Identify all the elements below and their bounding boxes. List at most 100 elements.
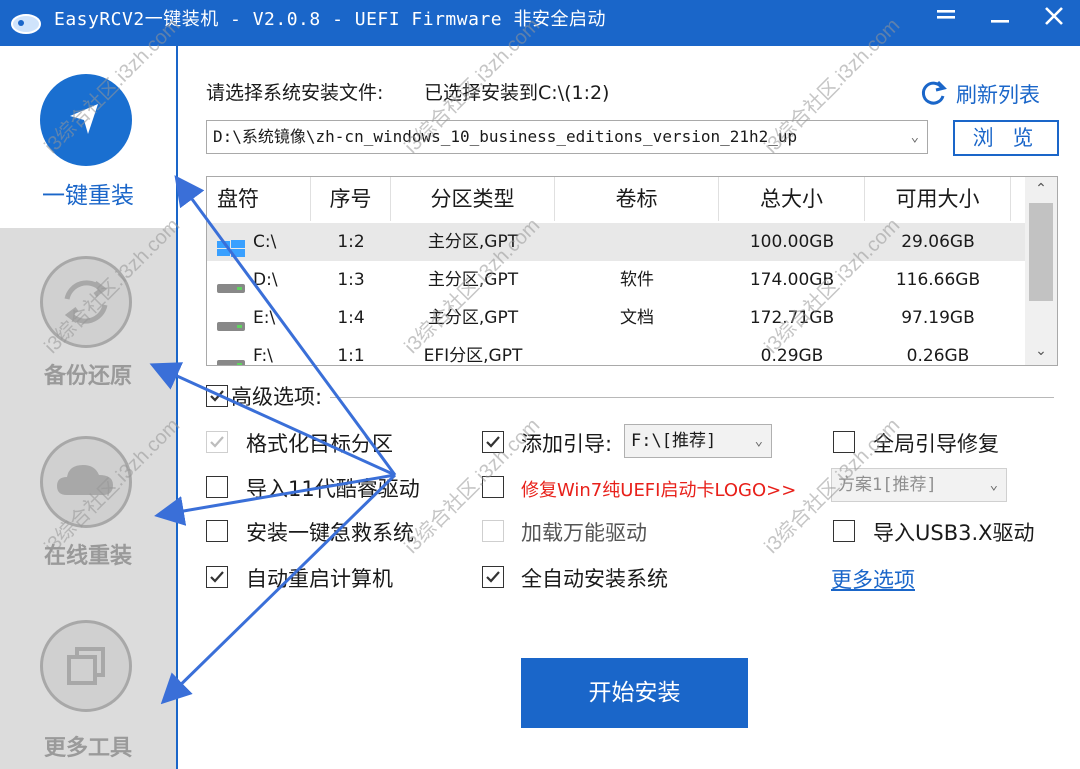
- selected-target-info: 已选择安装到C:\(1:2): [424, 82, 610, 104]
- chevron-down-icon: ⌄: [989, 477, 998, 493]
- scheme-value: 方案1[推荐]: [838, 475, 937, 495]
- sidebar-item-label: 更多工具: [43, 736, 132, 761]
- drive-icon: [215, 310, 247, 331]
- advanced-divider: [330, 397, 1054, 398]
- menu-icon[interactable]: [926, 4, 966, 36]
- refresh-icon: [920, 78, 948, 111]
- scrollbar-thumb[interactable]: [1029, 203, 1053, 301]
- drive-letter: E:\: [253, 308, 276, 328]
- partition-index: 1:1: [337, 346, 365, 366]
- column-header-type[interactable]: 分区类型: [391, 177, 555, 221]
- import-usb3-label: 导入USB3.X驱动: [873, 521, 1035, 545]
- more-options-link[interactable]: 更多选项: [831, 564, 915, 594]
- advanced-options-title: 高级选项:: [231, 385, 323, 409]
- free-size: 97.19GB: [901, 308, 975, 328]
- sidebar-item-label: 备份还原: [43, 364, 132, 389]
- sidebar: 一键重装 备份还原 在线重装 更多工具: [0, 46, 178, 769]
- load-drivers-label: 加载万能驱动: [521, 521, 647, 545]
- repair-win7-checkbox[interactable]: [482, 476, 504, 498]
- boot-target-value: F:\[推荐]: [631, 431, 717, 451]
- table-scrollbar[interactable]: ⌃ ⌄: [1025, 177, 1057, 365]
- drive-letter: C:\: [253, 232, 277, 252]
- repair-all-boot-checkbox[interactable]: [833, 431, 855, 453]
- table-row[interactable]: D:\ 1:3 主分区,GPT 软件 174.00GB 116.66GB: [207, 261, 1025, 299]
- boot-target-dropdown[interactable]: F:\[推荐] ⌄: [624, 424, 772, 458]
- column-header-free[interactable]: 可用大小: [865, 177, 1011, 221]
- format-target-checkbox[interactable]: [206, 431, 228, 453]
- volume-label: 文档: [620, 308, 654, 328]
- sync-icon: [40, 256, 132, 348]
- minimize-icon[interactable]: [980, 4, 1020, 36]
- add-boot-label: 添加引导:: [521, 432, 613, 456]
- title-bar: EasyRCV2一键装机 - V2.0.8 - UEFI Firmware 非安…: [0, 0, 1080, 46]
- table-header: 盘符 序号 分区类型 卷标 总大小 可用大小: [207, 177, 1025, 221]
- total-size: 0.29GB: [760, 346, 824, 366]
- windows-drive-icon: [215, 234, 247, 257]
- copy-windows-icon: [40, 620, 132, 712]
- import-11gen-label: 导入11代酷睿驱动: [246, 477, 420, 501]
- partition-index: 1:4: [337, 308, 365, 328]
- image-path-value: D:\系统镜像\zh-cn_windows_10_business_editio…: [213, 127, 798, 146]
- advanced-options-checkbox[interactable]: [206, 385, 228, 407]
- sidebar-item-label: 在线重装: [43, 544, 132, 569]
- column-header-index[interactable]: 序号: [311, 177, 391, 221]
- add-boot-checkbox[interactable]: [482, 431, 504, 453]
- auto-restart-label: 自动重启计算机: [246, 567, 393, 591]
- partition-type: 主分区,GPT: [427, 308, 519, 328]
- install-rescue-label: 安装一键急救系统: [246, 521, 414, 545]
- auto-install-label: 全自动安装系统: [521, 567, 668, 591]
- auto-restart-checkbox[interactable]: [206, 566, 228, 588]
- start-install-button[interactable]: 开始安装: [521, 658, 748, 728]
- scroll-up-icon[interactable]: ⌃: [1025, 177, 1057, 201]
- total-size: 174.00GB: [749, 270, 835, 290]
- repair-all-boot-label: 全局引导修复: [873, 432, 999, 456]
- column-header-total[interactable]: 总大小: [719, 177, 865, 221]
- free-size: 116.66GB: [895, 270, 981, 290]
- sidebar-item-label: 一键重装: [42, 183, 134, 209]
- chevron-down-icon: ⌄: [910, 129, 919, 145]
- cloud-icon: [40, 436, 132, 528]
- scheme-dropdown[interactable]: 方案1[推荐] ⌄: [831, 468, 1007, 502]
- import-usb3-checkbox[interactable]: [833, 520, 855, 542]
- app-logo-icon: [8, 8, 44, 36]
- sidebar-item-one-click-install[interactable]: 一键重装: [0, 46, 176, 228]
- sidebar-item-online-install[interactable]: 在线重装: [0, 434, 176, 584]
- partition-type: EFI分区,GPT: [423, 346, 523, 366]
- drive-icon: [215, 272, 247, 293]
- partition-index: 1:2: [337, 232, 365, 252]
- close-icon[interactable]: [1034, 4, 1074, 36]
- free-size: 29.06GB: [901, 232, 975, 252]
- repair-win7-link[interactable]: 修复Win7纯UEFI启动卡LOGO>>: [521, 476, 796, 502]
- cursor-arrow-icon: [40, 74, 132, 166]
- table-row[interactable]: F:\ 1:1 EFI分区,GPT 0.29GB 0.26GB: [207, 337, 1025, 366]
- partition-table: 盘符 序号 分区类型 卷标 总大小 可用大小 C:\ 1:2 主分区,GPT 1…: [206, 176, 1058, 366]
- table-row[interactable]: E:\ 1:4 主分区,GPT 文档 172.71GB 97.19GB: [207, 299, 1025, 337]
- scroll-down-icon[interactable]: ⌄: [1025, 339, 1057, 363]
- drive-icon: [215, 348, 247, 365]
- sidebar-item-more-tools[interactable]: 更多工具: [0, 620, 176, 769]
- browse-button[interactable]: 浏 览: [953, 120, 1059, 156]
- image-path-dropdown[interactable]: D:\系统镜像\zh-cn_windows_10_business_editio…: [206, 120, 928, 154]
- volume-label: [555, 337, 719, 365]
- total-size: 172.71GB: [749, 308, 835, 328]
- free-size: 0.26GB: [906, 346, 970, 366]
- window-title: EasyRCV2一键装机 - V2.0.8 - UEFI Firmware 非安…: [54, 9, 606, 30]
- select-file-prompt: 请选择系统安装文件:: [206, 82, 384, 104]
- refresh-list-button[interactable]: 刷新列表: [920, 76, 1040, 112]
- install-rescue-checkbox[interactable]: [206, 520, 228, 542]
- column-header-drive[interactable]: 盘符: [207, 177, 311, 221]
- refresh-label: 刷新列表: [956, 83, 1040, 107]
- volume-label: 软件: [620, 270, 654, 290]
- auto-install-checkbox[interactable]: [482, 566, 504, 588]
- partition-type: 主分区,GPT: [427, 270, 519, 290]
- partition-type: 主分区,GPT: [427, 232, 519, 252]
- column-header-label[interactable]: 卷标: [555, 177, 719, 221]
- sidebar-item-backup-restore[interactable]: 备份还原: [0, 254, 176, 404]
- drive-letter: D:\: [253, 270, 278, 290]
- total-size: 100.00GB: [749, 232, 835, 252]
- table-row[interactable]: C:\ 1:2 主分区,GPT 100.00GB 29.06GB: [207, 223, 1025, 261]
- import-11gen-checkbox[interactable]: [206, 476, 228, 498]
- drive-letter: F:\: [253, 346, 273, 366]
- sidebar-divider: [176, 46, 178, 769]
- load-drivers-checkbox[interactable]: [482, 520, 504, 542]
